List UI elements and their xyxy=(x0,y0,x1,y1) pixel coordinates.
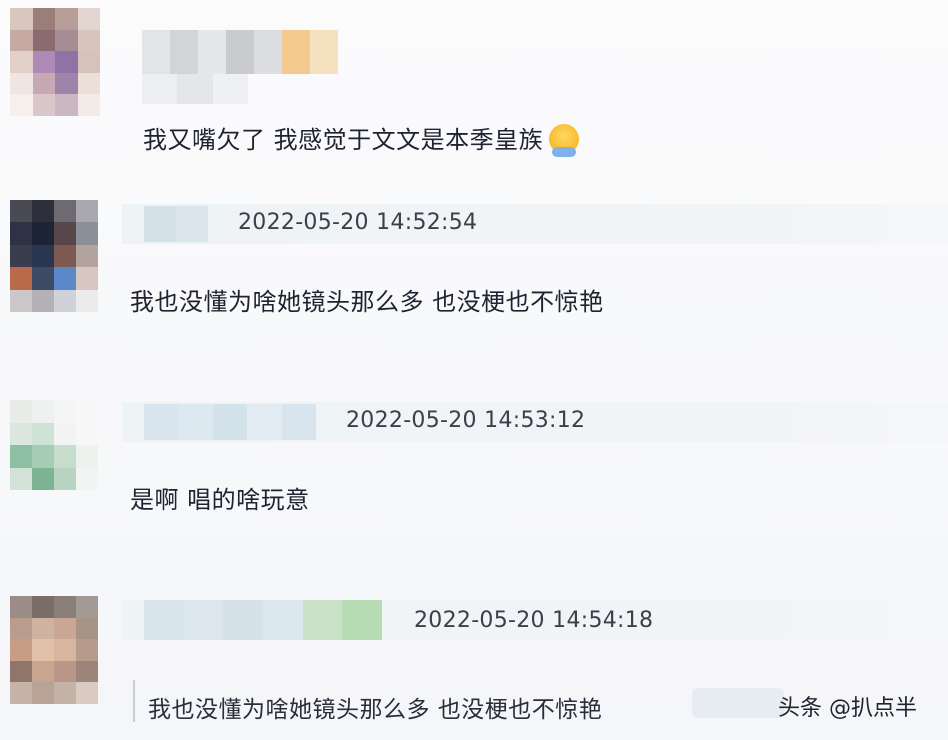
comment-text: 是啊 唱的啥玩意 xyxy=(130,486,310,514)
watermark-blur xyxy=(692,688,784,718)
avatar[interactable] xyxy=(10,400,98,490)
avatar[interactable] xyxy=(10,596,98,704)
quoted-reply: 我也没懂为啥她镜头那么多 也没梗也不惊艳 xyxy=(148,697,603,723)
avatar[interactable] xyxy=(10,8,100,116)
username-blurred[interactable] xyxy=(144,206,208,242)
comment-thread: 我又嘴欠了 我感觉于文文是本季皇族 2022-05-20 14:52:54 我也… xyxy=(0,0,948,740)
username-blurred[interactable] xyxy=(142,30,338,74)
comment-timestamp: 2022-05-20 14:54:18 xyxy=(414,608,654,633)
username-blurred[interactable] xyxy=(144,600,383,640)
comment-text: 我又嘴欠了 我感觉于文文是本季皇族 xyxy=(143,120,580,157)
hugging-face-icon xyxy=(549,124,580,157)
comment-text: 我也没懂为啥她镜头那么多 也没梗也不惊艳 xyxy=(130,288,604,316)
watermark: 头条 @扒点半 xyxy=(778,696,917,721)
quote-divider xyxy=(133,680,135,722)
comment-timestamp: 2022-05-20 14:52:54 xyxy=(238,210,478,235)
username-blurred[interactable] xyxy=(144,404,317,440)
avatar[interactable] xyxy=(10,200,98,312)
username-blurred-line2 xyxy=(142,74,248,104)
comment-timestamp: 2022-05-20 14:53:12 xyxy=(346,408,586,433)
